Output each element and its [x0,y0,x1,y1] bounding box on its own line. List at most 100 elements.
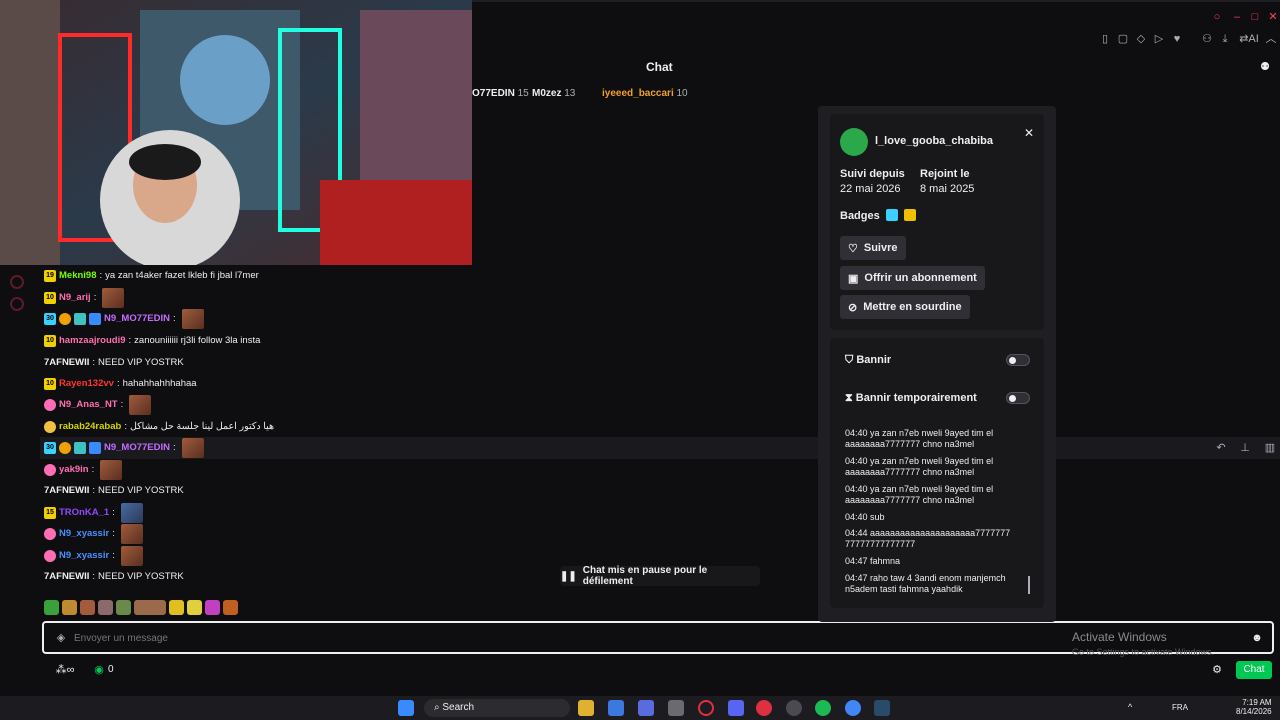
chat-message[interactable]: N9_xyassir: [44,523,143,544]
chat-message[interactable]: 10 Rayen132vv: hahahhahhhahaa [44,373,197,394]
chat-message[interactable]: N9_xyassir: [44,545,143,566]
username[interactable]: Rayen132vv [59,378,114,389]
chat-message[interactable]: 7AFNEWII: NEED VIP YOSTRK [44,352,184,373]
discord-icon[interactable] [728,700,744,716]
chat-paused-banner[interactable]: ❚❚ Chat mis en pause pour le défilement [560,565,760,587]
copilot-icon[interactable] [638,700,654,716]
emote-button[interactable] [80,600,95,615]
emote [181,308,204,329]
emote-button[interactable] [116,600,131,615]
spotify-icon[interactable] [815,700,831,716]
stream-video[interactable] [0,0,472,265]
username[interactable]: 7AFNEWII [44,571,89,582]
infinity-icon[interactable]: ⁂∞ [50,663,80,677]
steam-icon[interactable] [874,700,890,716]
points-icon[interactable]: ◉ [92,663,106,677]
heart-icon[interactable]: ♥ [1170,32,1184,46]
shield-icon[interactable]: ◈ [54,631,68,645]
chat-message[interactable]: rabab24rabab: هيا دكتور اعمل لينا جلسة ح… [44,416,274,437]
chat-message[interactable]: 19 Mekni98: ya zan t4aker fazet lkleb fi… [44,265,259,286]
emote-button[interactable] [62,600,77,615]
username[interactable]: 7AFNEWII [44,357,89,368]
chat-message[interactable]: 30 N9_MO77EDIN: [44,437,204,458]
reply-icon[interactable]: ↶ [1214,441,1228,455]
chat-message[interactable]: 30 N9_MO77EDIN: [44,308,204,329]
leaderboard-entry[interactable]: M0zez 13 [532,88,575,99]
chat-message[interactable]: 7AFNEWII: NEED VIP YOSTRK [44,566,184,587]
emote-button[interactable] [134,600,166,615]
username[interactable]: rabab24rabab [59,421,121,432]
search-icon[interactable]: ○ [1210,10,1224,24]
chat-message[interactable]: 15 TROnKA_1: [44,502,143,523]
emote-button[interactable] [44,600,59,615]
username[interactable]: N9_MO77EDIN [104,442,170,453]
chevron-up-icon[interactable]: ^ [1128,702,1132,712]
windows-start-icon[interactable] [398,700,414,716]
username[interactable]: N9_Anas_NT [59,399,118,410]
username[interactable]: N9_xyassir [59,550,109,561]
chat-message[interactable]: yak9in: [44,459,123,480]
taskbar-search[interactable]: ⌕ Search [424,699,570,717]
language-indicator[interactable]: FRA [1172,703,1188,712]
username[interactable]: hamzaajroudi9 [59,335,126,346]
log-scrollbar[interactable] [1028,576,1030,594]
maximize-icon[interactable]: □ [1248,10,1262,24]
user-icon[interactable]: ⚇ [1200,32,1214,46]
emoji-icon[interactable]: ☻ [1250,631,1264,645]
search-icon: ⌕ [434,702,440,713]
user-card: l_love_gooba_chabiba ✕ Suivi depuis 22 m… [818,106,1056,622]
rail-icon[interactable] [10,275,24,289]
username[interactable]: N9_arij [59,292,91,303]
close-window-icon[interactable]: ✕ [1266,10,1280,24]
minimize-icon[interactable]: – [1230,10,1244,24]
leaderboard-entry[interactable]: O77EDIN 15 [472,88,529,99]
follow-button[interactable]: ♡ Suivre [840,236,906,260]
rail-icon[interactable] [10,297,24,311]
username[interactable]: yak9in [59,464,89,475]
chevron-up-icon[interactable]: ︿ [1264,32,1278,46]
message-input[interactable] [74,630,974,646]
file-explorer-icon[interactable] [578,700,594,716]
emote-button[interactable] [169,600,184,615]
bookmark-icon[interactable]: ▯ [1098,32,1112,46]
clock[interactable]: 7:19 AM 8/14/2026 [1236,698,1272,716]
username[interactable]: N9_xyassir [59,528,109,539]
emote-button[interactable] [223,600,238,615]
store-icon[interactable] [608,700,624,716]
users-icon[interactable]: ⚉ [1258,60,1272,74]
chat-message[interactable]: 7AFNEWII: NEED VIP YOSTRK [44,480,184,501]
chat-message[interactable]: 10 hamzaajroudi9: zanouniiiiii rj3li fol… [44,330,260,351]
leaderboard-entry[interactable]: iyeeed_baccari 10 [602,88,688,99]
emote-button[interactable] [98,600,113,615]
pin-icon[interactable]: ⊥ [1238,441,1252,455]
gift-sub-button[interactable]: ▣ Offrir un abonnement [840,266,985,290]
emote-button[interactable] [187,600,202,615]
chat-send-button[interactable]: Chat [1236,661,1272,679]
username[interactable]: 7AFNEWII [44,485,89,496]
gear-icon[interactable]: ⚙ [1210,663,1224,677]
calculator-icon[interactable] [668,700,684,716]
message-text: zanouniiiiii rj3li follow 3la insta [134,335,261,346]
play-icon[interactable]: ▷ [1152,32,1166,46]
card-username[interactable]: l_love_gooba_chabiba [875,135,993,147]
emote [181,437,204,458]
app-icon[interactable] [756,700,772,716]
download-icon[interactable]: ⤓ [1218,32,1232,46]
delete-icon[interactable]: ▥ [1263,441,1277,455]
username[interactable]: N9_MO77EDIN [104,313,170,324]
ban-toggle[interactable] [1006,354,1030,366]
close-icon[interactable]: ✕ [1024,126,1034,140]
username[interactable]: TROnKA_1 [59,507,109,518]
emote-button[interactable] [205,600,220,615]
timeout-toggle[interactable] [1006,392,1030,404]
chrome-icon[interactable] [845,700,861,716]
shield-icon[interactable]: ◇ [1134,32,1148,46]
username[interactable]: Mekni98 [59,270,97,281]
chat-message[interactable]: N9_Anas_NT: [44,394,152,415]
ai-icon[interactable]: ⇄AI [1236,32,1262,46]
opera-icon[interactable] [698,700,714,716]
app-icon[interactable] [786,700,802,716]
clip-icon[interactable]: ▢ [1116,32,1130,46]
mute-button[interactable]: ⊘ Mettre en sourdine [840,295,970,319]
chat-message[interactable]: 10 N9_arij: [44,287,125,308]
